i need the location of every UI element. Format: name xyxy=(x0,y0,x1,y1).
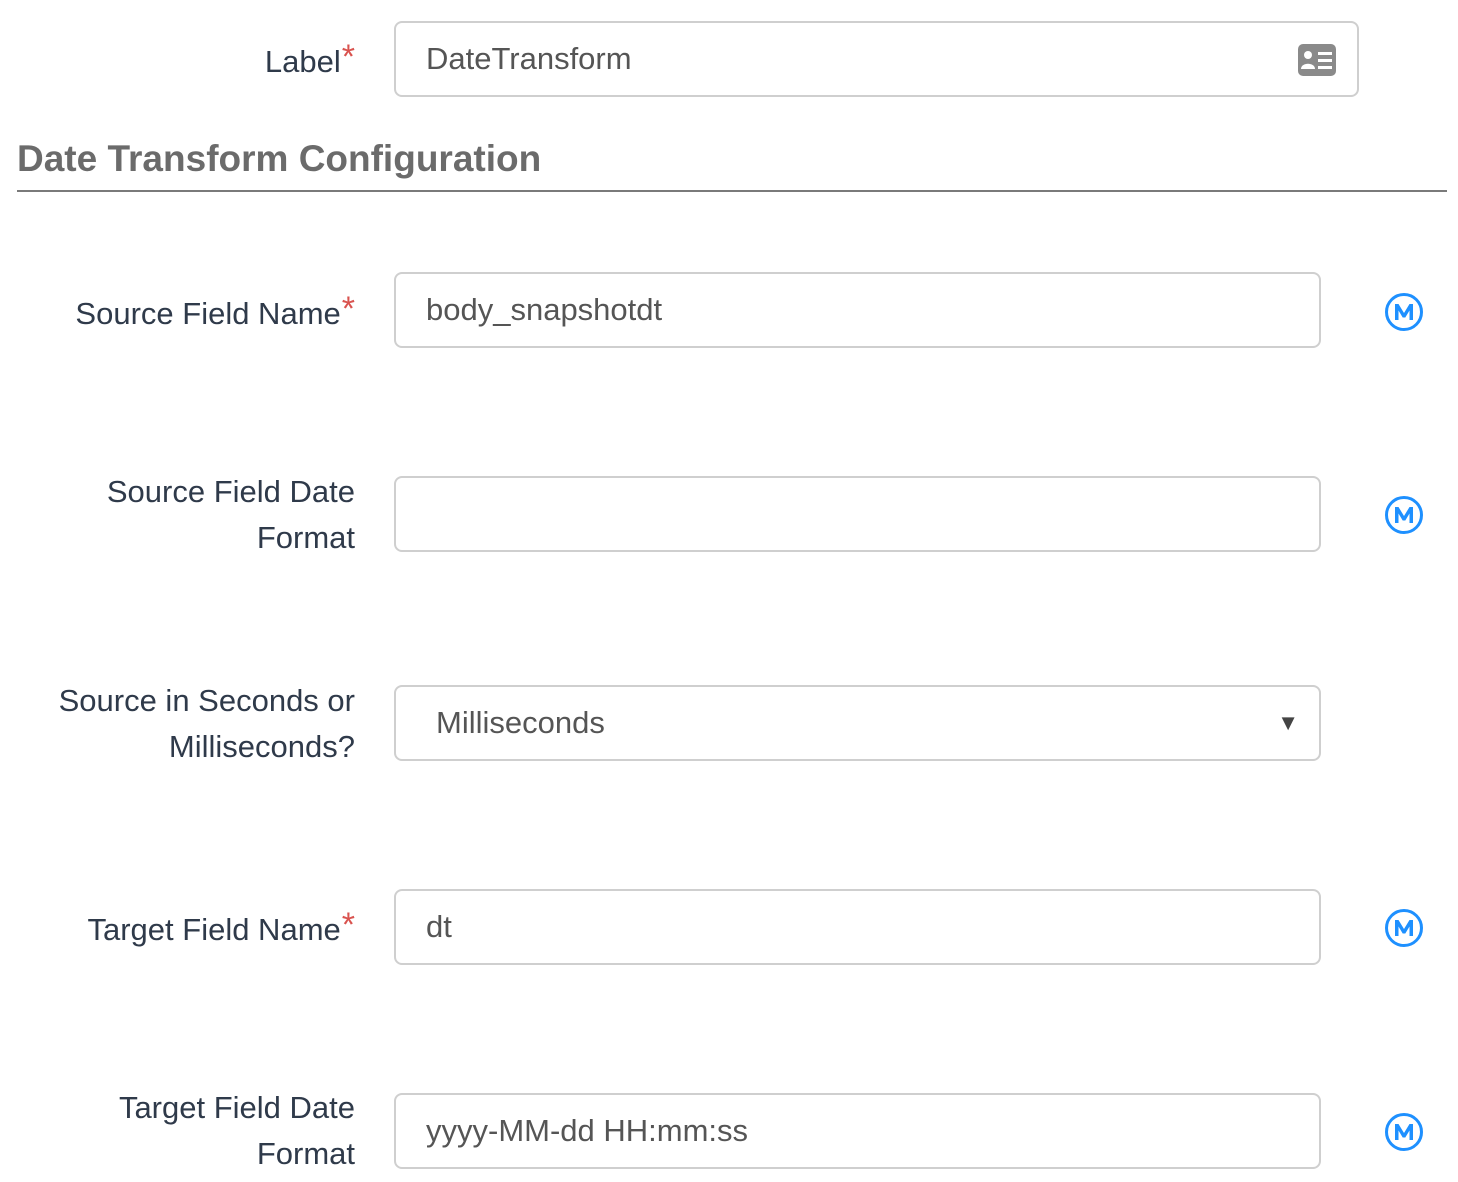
section-title: Date Transform Configuration xyxy=(17,138,542,179)
source-unit-selected: Milliseconds xyxy=(436,705,605,740)
target-field-name-input[interactable]: dt xyxy=(394,889,1321,965)
source-field-name-value: body_snapshotdt xyxy=(426,292,663,327)
target-field-date-format-input[interactable]: yyyy-MM-dd HH:mm:ss xyxy=(394,1093,1321,1169)
source-unit-label: Source in Seconds or Milliseconds? xyxy=(58,683,355,764)
target-field-name-value: dt xyxy=(426,909,452,944)
required-asterisk: * xyxy=(341,38,355,76)
mapper-icon[interactable] xyxy=(1384,1112,1424,1152)
source-field-date-format-label: Source Field Date Format xyxy=(106,474,355,555)
target-field-name-label: Target Field Name* xyxy=(87,906,355,947)
source-field-name-label: Source Field Name* xyxy=(75,290,355,331)
dropdown-arrow-icon: ▼ xyxy=(1277,710,1299,735)
source-unit-select[interactable]: Milliseconds ▼ xyxy=(394,685,1321,761)
target-field-date-format-value: yyyy-MM-dd HH:mm:ss xyxy=(426,1113,749,1148)
mapper-icon[interactable] xyxy=(1384,292,1424,332)
required-asterisk: * xyxy=(341,906,355,944)
label-field-label: Label* xyxy=(264,38,355,79)
mapper-icon[interactable] xyxy=(1384,495,1424,535)
section-divider xyxy=(17,190,1447,192)
source-field-name-input[interactable]: body_snapshotdt xyxy=(394,272,1321,348)
label-input-value: DateTransform xyxy=(426,41,632,76)
required-asterisk: * xyxy=(341,290,355,328)
mapper-icon[interactable] xyxy=(1384,908,1424,948)
contact-card-icon xyxy=(1298,44,1336,76)
source-field-date-format-input[interactable] xyxy=(394,476,1321,552)
label-input[interactable]: DateTransform xyxy=(394,21,1359,97)
target-field-date-format-label: Target Field Date Format xyxy=(118,1090,355,1171)
